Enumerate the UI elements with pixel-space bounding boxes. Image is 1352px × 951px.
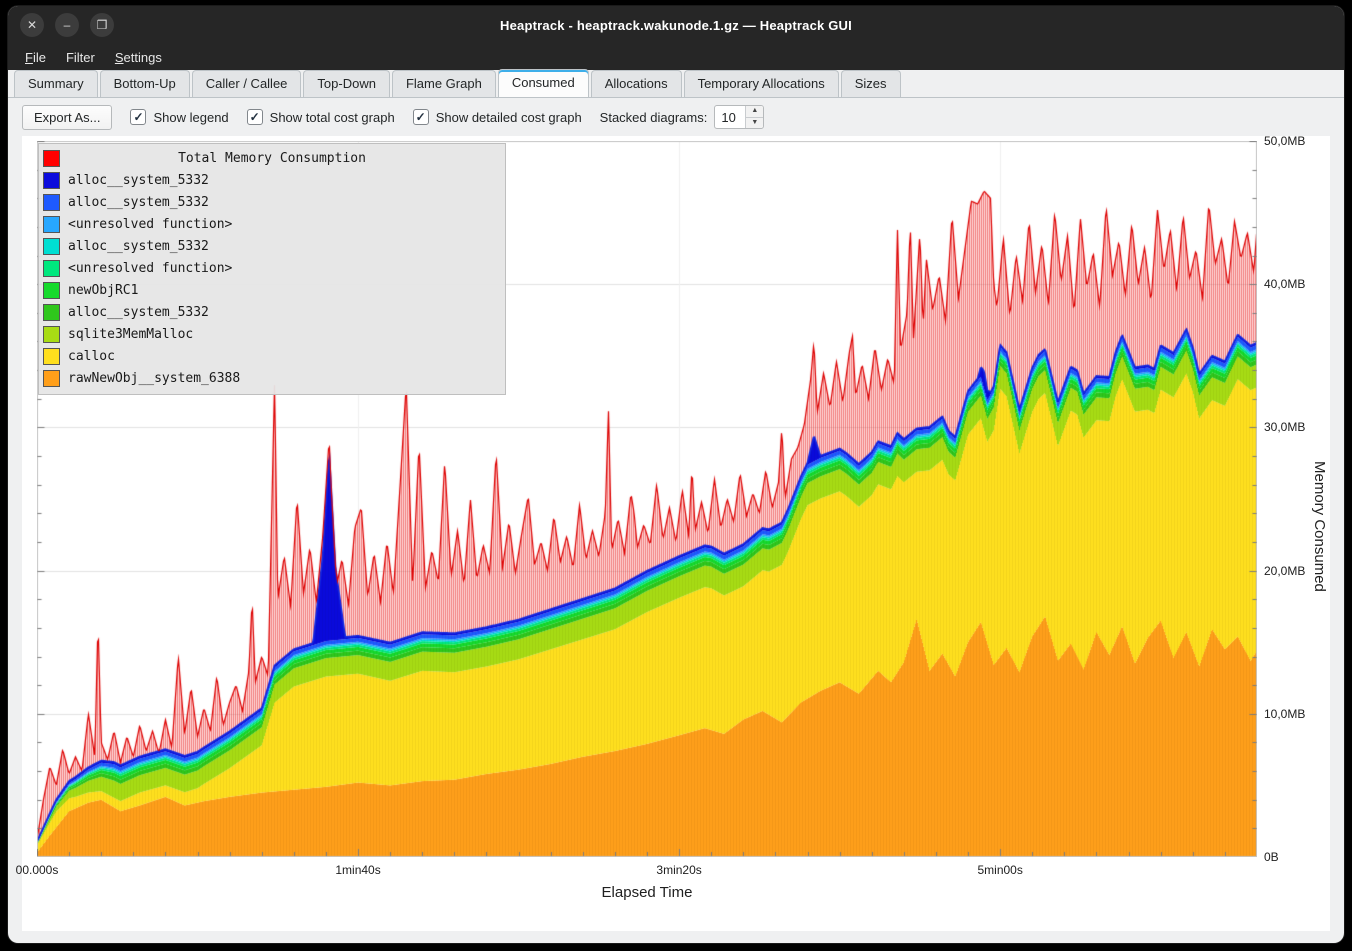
legend-label: alloc__system_5332: [68, 173, 209, 188]
x-tick-label: 00.000s: [16, 863, 59, 877]
app-window: ✕ – ❒ Heaptrack - heaptrack.wakunode.1.gz …: [8, 6, 1344, 943]
legend-swatch: [43, 238, 60, 255]
tab-temporary-allocations[interactable]: Temporary Allocations: [684, 70, 839, 97]
legend-swatch: [43, 194, 60, 211]
stacked-diagrams-label: Stacked diagrams:: [600, 110, 708, 125]
menubar: FileFilterSettings: [8, 44, 1344, 70]
legend-swatch: [43, 282, 60, 299]
legend-swatch: [43, 348, 60, 365]
tab-bottom-up[interactable]: Bottom-Up: [100, 70, 190, 97]
close-icon: ✕: [27, 18, 37, 32]
close-button[interactable]: ✕: [20, 13, 44, 37]
y-tick-label: 40,0MB: [1264, 277, 1305, 291]
legend-label: rawNewObj__system_6388: [68, 371, 240, 386]
legend-title-row: Total Memory Consumption: [43, 147, 501, 169]
legend-title: Total Memory Consumption: [43, 151, 501, 166]
chart-legend: Total Memory Consumption alloc__system_53…: [38, 143, 506, 395]
y-tick-label: 20,0MB: [1264, 564, 1305, 578]
toolbar: Export As... ✓ Show legend ✓ Show total cos…: [8, 98, 1344, 136]
checkbox-icon[interactable]: ✓: [130, 109, 146, 125]
y-tick-label: 30,0MB: [1264, 420, 1305, 434]
tab-caller-callee[interactable]: Caller / Callee: [192, 70, 302, 97]
legend-item: rawNewObj__system_6388: [43, 367, 501, 389]
y-tick-label: 10,0MB: [1264, 707, 1305, 721]
tab-flame-graph[interactable]: Flame Graph: [392, 70, 496, 97]
legend-item: newObjRC1: [43, 279, 501, 301]
titlebar[interactable]: ✕ – ❒ Heaptrack - heaptrack.wakunode.1.gz …: [8, 6, 1344, 44]
menu-filter[interactable]: Filter: [57, 47, 104, 68]
legend-item: <unresolved function>: [43, 257, 501, 279]
checkbox-label: Show legend: [153, 110, 228, 125]
x-tick-label: 3min20s: [656, 863, 701, 877]
legend-swatch: [43, 326, 60, 343]
tabbar: SummaryBottom-UpCaller / CalleeTop-DownF…: [8, 70, 1344, 98]
tab-summary[interactable]: Summary: [14, 70, 98, 97]
x-tick-label: 5min00s: [977, 863, 1022, 877]
checkbox-label: Show detailed cost graph: [436, 110, 582, 125]
spin-down-button[interactable]: ▼: [746, 118, 763, 129]
minimize-icon: –: [64, 18, 71, 32]
checkbox-icon[interactable]: ✓: [247, 109, 263, 125]
legend-label: calloc: [68, 349, 115, 364]
legend-item: alloc__system_5332: [43, 301, 501, 323]
legend-label: alloc__system_5332: [68, 239, 209, 254]
legend-item: calloc: [43, 345, 501, 367]
tab-top-down[interactable]: Top-Down: [303, 70, 390, 97]
x-tick-label: 1min40s: [335, 863, 380, 877]
maximize-icon: ❒: [97, 18, 108, 32]
tab-allocations[interactable]: Allocations: [591, 70, 682, 97]
checkbox-label: Show total cost graph: [270, 110, 395, 125]
legend-label: alloc__system_5332: [68, 305, 209, 320]
spin-up-button[interactable]: ▲: [746, 106, 763, 118]
menu-file[interactable]: File: [16, 47, 55, 68]
legend-item: alloc__system_5332: [43, 169, 501, 191]
tab-sizes[interactable]: Sizes: [841, 70, 901, 97]
legend-swatch: [43, 370, 60, 387]
legend-label: <unresolved function>: [68, 217, 232, 232]
checkbox-icon[interactable]: ✓: [413, 109, 429, 125]
legend-label: <unresolved function>: [68, 261, 232, 276]
consumed-chart: Total Memory Consumption alloc__system_53…: [22, 136, 1330, 931]
tab-consumed[interactable]: Consumed: [498, 69, 589, 97]
y-tick-label: 50,0MB: [1264, 134, 1305, 148]
window-controls: ✕ – ❒: [20, 13, 114, 37]
stacked-diagrams-value[interactable]: 10: [715, 106, 745, 128]
legend-item: alloc__system_5332: [43, 235, 501, 257]
checkbox-show-total-cost-graph[interactable]: ✓ Show total cost graph: [247, 109, 395, 125]
legend-swatch: [43, 172, 60, 189]
legend-swatch: [43, 260, 60, 277]
window-title: Heaptrack - heaptrack.wakunode.1.gz — He…: [500, 18, 852, 33]
checkbox-show-detailed-cost-graph[interactable]: ✓ Show detailed cost graph: [413, 109, 582, 125]
stacked-diagrams-spinner[interactable]: 10 ▲ ▼: [714, 105, 764, 129]
y-axis-title: Memory Consumed: [1311, 461, 1328, 592]
x-axis-title: Elapsed Time: [602, 884, 693, 901]
legend-item: alloc__system_5332: [43, 191, 501, 213]
legend-label: sqlite3MemMalloc: [68, 327, 193, 342]
checkbox-group: ✓ Show legend ✓ Show total cost graph ✓ Show …: [130, 109, 581, 125]
legend-item: sqlite3MemMalloc: [43, 323, 501, 345]
minimize-button[interactable]: –: [55, 13, 79, 37]
legend-item: <unresolved function>: [43, 213, 501, 235]
legend-swatch: [43, 304, 60, 321]
checkbox-show-legend[interactable]: ✓ Show legend: [130, 109, 228, 125]
legend-swatch: [43, 216, 60, 233]
menu-settings[interactable]: Settings: [106, 47, 171, 68]
maximize-button[interactable]: ❒: [90, 13, 114, 37]
y-tick-label: 0B: [1264, 850, 1279, 864]
export-as-button[interactable]: Export As...: [22, 105, 112, 130]
legend-label: alloc__system_5332: [68, 195, 209, 210]
legend-label: newObjRC1: [68, 283, 138, 298]
